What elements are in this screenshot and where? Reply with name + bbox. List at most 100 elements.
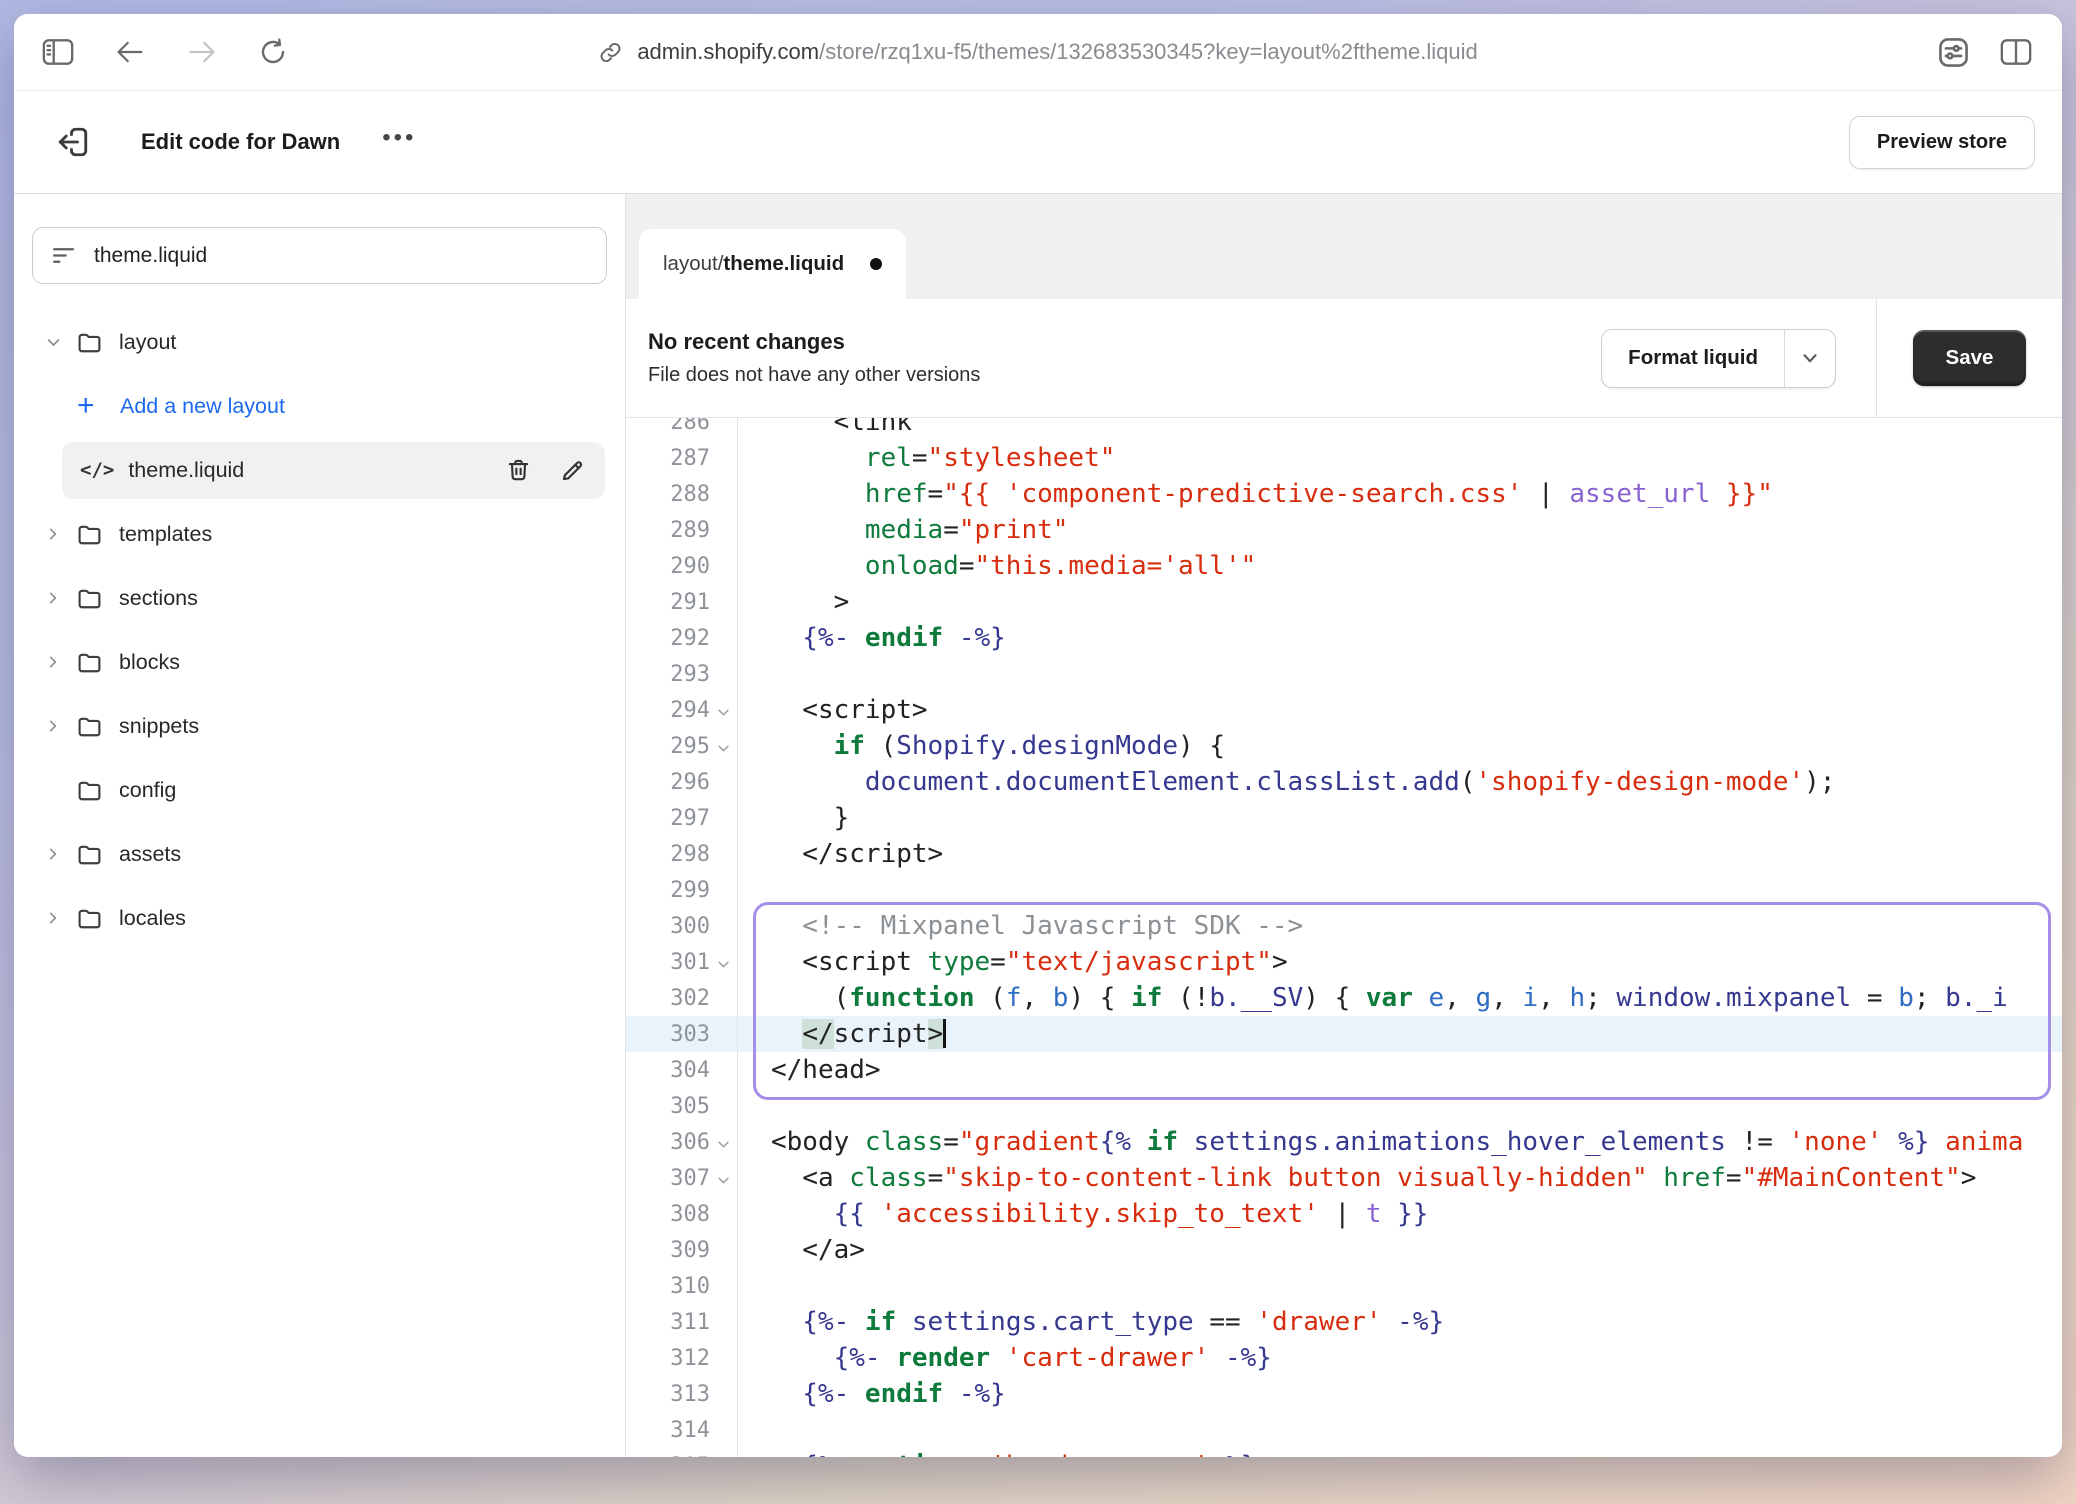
- address-bar[interactable]: admin.shopify.com/store/rzq1xu-f5/themes…: [598, 39, 1477, 65]
- line-number: 293: [670, 662, 710, 687]
- code-line-306[interactable]: 306<body class="gradient{% if settings.a…: [626, 1124, 2062, 1160]
- code-line-300[interactable]: 300 <!-- Mixpanel Javascript SDK -->: [626, 908, 2062, 944]
- line-number: 288: [670, 482, 710, 507]
- folder-icon: [76, 905, 103, 932]
- line-number: 309: [670, 1238, 710, 1263]
- line-number: 313: [670, 1382, 710, 1407]
- code-line-299[interactable]: 299: [626, 872, 2062, 908]
- fold-chevron-icon[interactable]: [710, 737, 737, 756]
- sidebar-item-assets[interactable]: assets: [14, 822, 625, 886]
- code-line-314[interactable]: 314: [626, 1412, 2062, 1448]
- code-editor[interactable]: 286 <link287 rel="stylesheet"288 href="{…: [626, 418, 2062, 1457]
- line-number: 311: [670, 1310, 710, 1335]
- code-line-290[interactable]: 290 onload="this.media='all'": [626, 548, 2062, 584]
- fold-spacer: [710, 456, 737, 460]
- code-file-icon: </>: [80, 459, 114, 481]
- more-actions-icon[interactable]: •••: [382, 126, 416, 158]
- code-line-308[interactable]: 308 {{ 'accessibility.skip_to_text' | t …: [626, 1196, 2062, 1232]
- code-line-301[interactable]: 301 <script type="text/javascript">: [626, 944, 2062, 980]
- fold-spacer: [710, 1392, 737, 1396]
- line-number: 304: [670, 1058, 710, 1083]
- code-line-313[interactable]: 313 {%- endif -%}: [626, 1376, 2062, 1412]
- browser-window: admin.shopify.com/store/rzq1xu-f5/themes…: [14, 14, 2062, 1457]
- code-line-307[interactable]: 307 <a class="skip-to-content-link butto…: [626, 1160, 2062, 1196]
- code-line-289[interactable]: 289 media="print": [626, 512, 2062, 548]
- chevron-right-icon[interactable]: [45, 653, 63, 671]
- sidebar-item-sections[interactable]: sections: [14, 566, 625, 630]
- fold-spacer: [710, 1356, 737, 1360]
- sidebar-item-templates[interactable]: templates: [14, 502, 625, 566]
- fold-spacer: [710, 1248, 737, 1252]
- search-input[interactable]: [92, 243, 588, 269]
- reload-icon[interactable]: [258, 37, 288, 67]
- fold-chevron-icon[interactable]: [710, 1133, 737, 1152]
- format-liquid-label[interactable]: Format liquid: [1602, 330, 1785, 387]
- add-layout-label: Add a new layout: [120, 394, 285, 419]
- code-line-304[interactable]: 304</head>: [626, 1052, 2062, 1088]
- code-line-295[interactable]: 295 if (Shopify.designMode) {: [626, 728, 2062, 764]
- sidebar-item-config[interactable]: config: [14, 758, 625, 822]
- code-line-293[interactable]: 293: [626, 656, 2062, 692]
- code-line-309[interactable]: 309 </a>: [626, 1232, 2062, 1268]
- preview-store-button[interactable]: Preview store: [1849, 116, 2035, 169]
- sidebar-item-theme.liquid[interactable]: </>theme.liquid: [14, 438, 625, 502]
- sidebar-item-layout[interactable]: layout: [14, 310, 625, 374]
- code-line-303[interactable]: 303 </script>: [626, 1016, 2062, 1052]
- page-settings-icon[interactable]: [1937, 36, 1970, 69]
- format-options-chevron[interactable]: [1785, 330, 1835, 387]
- code-line-297[interactable]: 297 }: [626, 800, 2062, 836]
- selected-file-row[interactable]: </>theme.liquid: [62, 442, 605, 499]
- fold-spacer: [710, 1320, 737, 1324]
- fold-chevron-icon[interactable]: [710, 953, 737, 972]
- chevron-spacer: [45, 781, 63, 799]
- code-line-291[interactable]: 291 >: [626, 584, 2062, 620]
- pencil-icon[interactable]: [559, 456, 587, 484]
- sidebar-item-snippets[interactable]: snippets: [14, 694, 625, 758]
- line-number: 289: [670, 518, 710, 543]
- chevron-right-icon[interactable]: [45, 845, 63, 863]
- chevron-right-icon[interactable]: [45, 909, 63, 927]
- plus-icon: +: [77, 391, 104, 421]
- tab-theme-liquid[interactable]: layout/theme.liquid: [639, 229, 906, 299]
- exit-editor-icon[interactable]: [55, 124, 91, 160]
- chevron-right-icon[interactable]: [45, 525, 63, 543]
- fold-chevron-icon[interactable]: [710, 701, 737, 720]
- code-line-296[interactable]: 296 document.documentElement.classList.a…: [626, 764, 2062, 800]
- fold-spacer: [710, 1032, 737, 1036]
- line-number: 296: [670, 770, 710, 795]
- code-line-302[interactable]: 302 (function (f, b) { if (!b.__SV) { va…: [626, 980, 2062, 1016]
- code-line-305[interactable]: 305: [626, 1088, 2062, 1124]
- fold-spacer: [710, 852, 737, 856]
- folder-icon: [76, 521, 103, 548]
- fold-spacer: [710, 888, 737, 892]
- file-search[interactable]: [32, 227, 607, 284]
- code-line-287[interactable]: 287 rel="stylesheet": [626, 440, 2062, 476]
- format-liquid-button[interactable]: Format liquid: [1601, 329, 1836, 388]
- folder-icon: [76, 585, 103, 612]
- chevron-right-icon[interactable]: [45, 717, 63, 735]
- code-line-294[interactable]: 294 <script>: [626, 692, 2062, 728]
- fold-chevron-icon[interactable]: [710, 1169, 737, 1188]
- code-line-298[interactable]: 298 </script>: [626, 836, 2062, 872]
- code-line-310[interactable]: 310: [626, 1268, 2062, 1304]
- code-line-286[interactable]: 286 <link: [626, 418, 2062, 440]
- folder-icon: [76, 713, 103, 740]
- trash-icon[interactable]: [505, 456, 533, 484]
- code-line-288[interactable]: 288 href="{{ 'component-predictive-searc…: [626, 476, 2062, 512]
- code-line-292[interactable]: 292 {%- endif -%}: [626, 620, 2062, 656]
- code-line-312[interactable]: 312 {%- render 'cart-drawer' -%}: [626, 1340, 2062, 1376]
- save-button[interactable]: Save: [1913, 330, 2027, 386]
- split-view-icon[interactable]: [2000, 37, 2032, 67]
- code-line-315[interactable]: 315 {% sections 'header-group' %}: [626, 1448, 2062, 1457]
- chevron-right-icon[interactable]: [45, 589, 63, 607]
- forward-icon[interactable]: [186, 39, 218, 65]
- back-icon[interactable]: [114, 39, 146, 65]
- sidebar-item-add-a-new-layout[interactable]: + Add a new layout: [14, 374, 625, 438]
- fold-spacer: [710, 528, 737, 532]
- sidebar-item-locales[interactable]: locales: [14, 886, 625, 950]
- chevron-down-icon[interactable]: [45, 333, 63, 351]
- sidebar-toggle-icon[interactable]: [42, 38, 74, 66]
- file-tree: layout + Add a new layout </>theme.liquidte…: [14, 310, 625, 950]
- sidebar-item-blocks[interactable]: blocks: [14, 630, 625, 694]
- code-line-311[interactable]: 311 {%- if settings.cart_type == 'drawer…: [626, 1304, 2062, 1340]
